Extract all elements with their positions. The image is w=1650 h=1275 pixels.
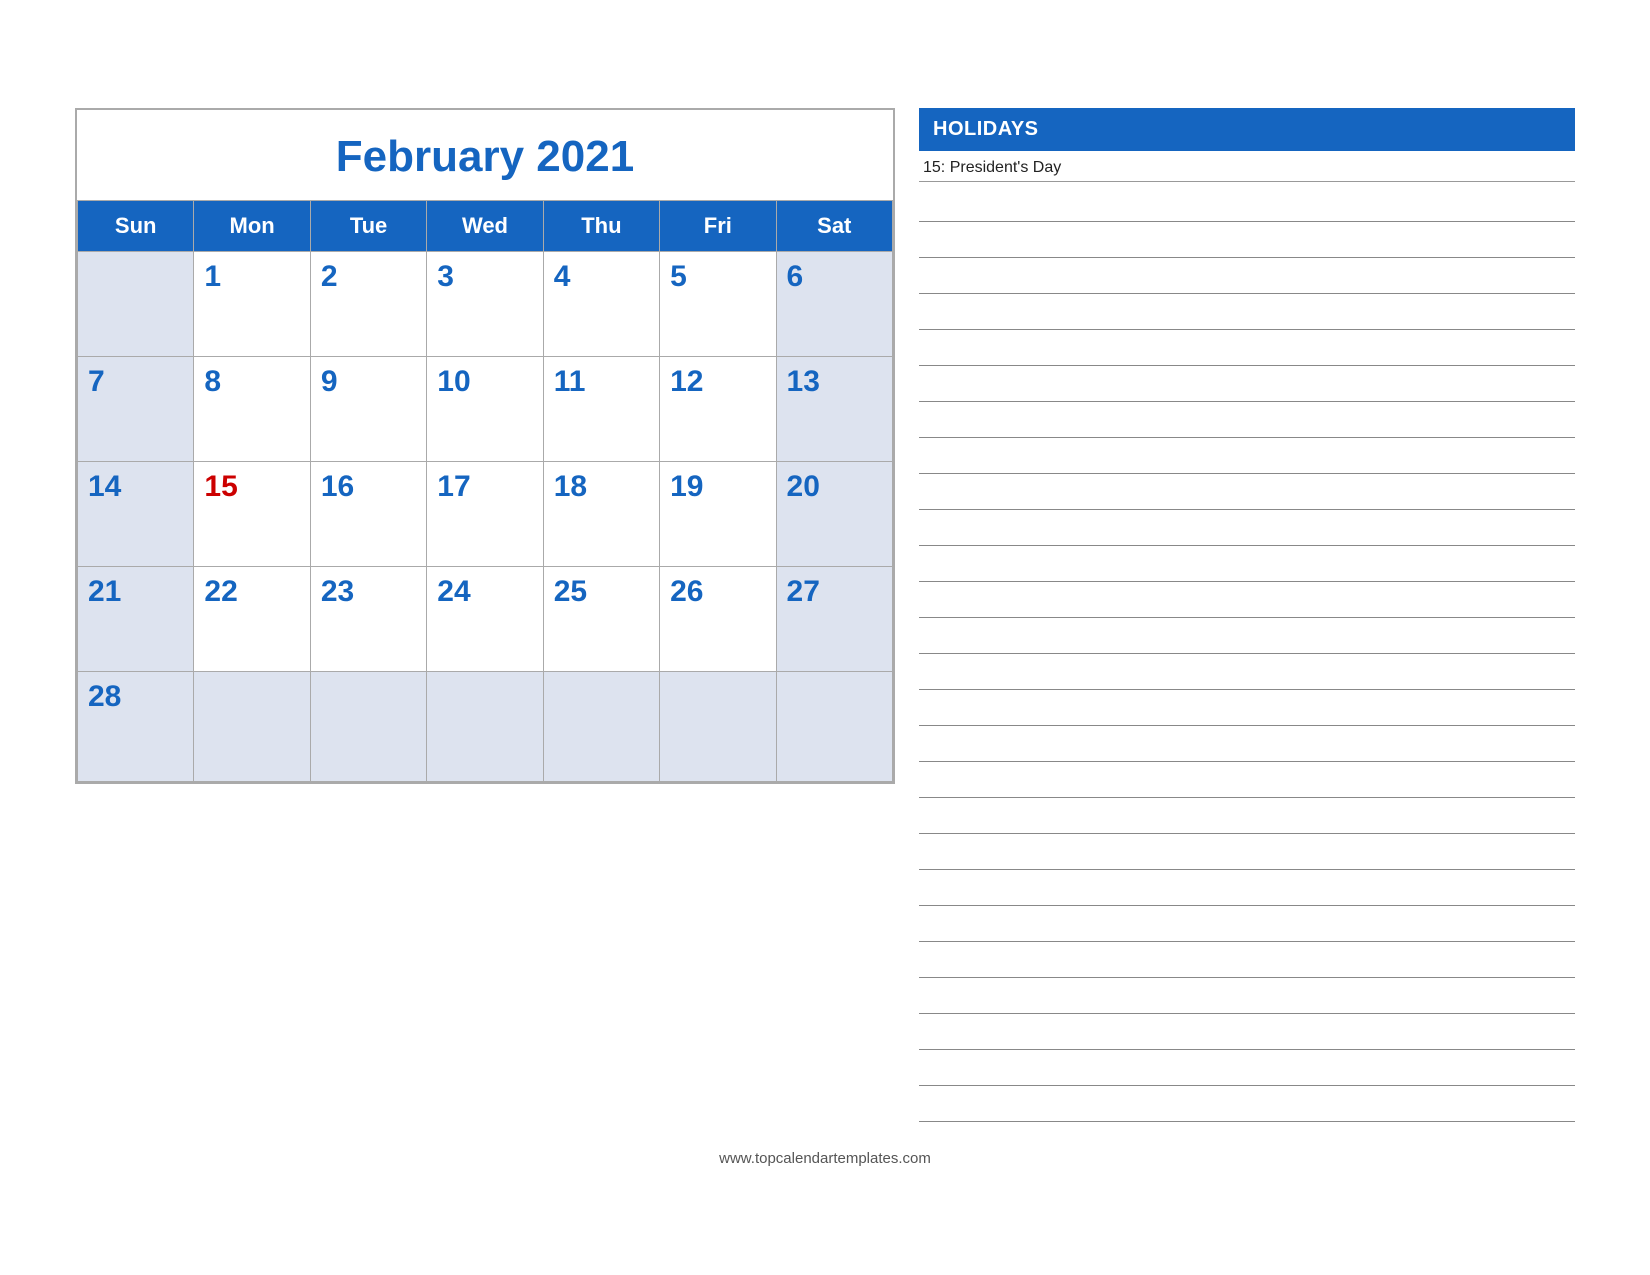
col-tue: Tue	[310, 201, 426, 252]
note-line	[919, 366, 1575, 402]
footer: www.topcalendartemplates.com	[719, 1150, 931, 1167]
note-line	[919, 618, 1575, 654]
note-line	[919, 942, 1575, 978]
note-line	[919, 762, 1575, 798]
calendar-day-cell: 19	[660, 462, 776, 567]
calendar-week-row: 21222324252627	[78, 567, 893, 672]
calendar-week-row: 123456	[78, 252, 893, 357]
calendar-day-cell: 10	[427, 357, 543, 462]
calendar-day-cell: 4	[543, 252, 659, 357]
calendar-day-cell: 22	[194, 567, 310, 672]
calendar-day-cell: 27	[776, 567, 892, 672]
calendar-week-row: 78910111213	[78, 357, 893, 462]
note-line	[919, 474, 1575, 510]
main-content: February 2021 Sun Mon Tue Wed Thu Fri Sa…	[75, 108, 1575, 1122]
calendar-title: February 2021	[77, 110, 893, 200]
calendar-day-cell	[776, 672, 892, 782]
note-line	[919, 1086, 1575, 1122]
note-line	[919, 546, 1575, 582]
calendar-day-cell	[78, 252, 194, 357]
calendar-header-row: Sun Mon Tue Wed Thu Fri Sat	[78, 201, 893, 252]
calendar-day-cell: 17	[427, 462, 543, 567]
col-mon: Mon	[194, 201, 310, 252]
calendar-day-cell: 21	[78, 567, 194, 672]
calendar-day-cell: 5	[660, 252, 776, 357]
calendar-day-cell: 20	[776, 462, 892, 567]
calendar-day-cell: 16	[310, 462, 426, 567]
col-sun: Sun	[78, 201, 194, 252]
calendar-day-cell: 9	[310, 357, 426, 462]
calendar-container: February 2021 Sun Mon Tue Wed Thu Fri Sa…	[75, 108, 895, 784]
calendar-week-row: 28	[78, 672, 893, 782]
calendar-day-cell: 14	[78, 462, 194, 567]
note-line	[919, 1050, 1575, 1086]
note-line	[919, 834, 1575, 870]
note-line	[919, 294, 1575, 330]
note-line	[919, 654, 1575, 690]
note-line	[919, 402, 1575, 438]
col-thu: Thu	[543, 201, 659, 252]
note-line	[919, 438, 1575, 474]
note-line	[919, 1014, 1575, 1050]
calendar-day-cell: 3	[427, 252, 543, 357]
calendar-day-cell: 2	[310, 252, 426, 357]
calendar-day-cell: 7	[78, 357, 194, 462]
notes-lines	[919, 186, 1575, 1122]
calendar-day-cell	[543, 672, 659, 782]
note-line	[919, 690, 1575, 726]
calendar-day-cell	[660, 672, 776, 782]
calendar-day-cell: 28	[78, 672, 194, 782]
calendar-grid: Sun Mon Tue Wed Thu Fri Sat 123456789101…	[77, 200, 893, 782]
calendar-day-cell: 13	[776, 357, 892, 462]
note-line	[919, 978, 1575, 1014]
calendar-day-cell	[427, 672, 543, 782]
note-line	[919, 222, 1575, 258]
note-line	[919, 726, 1575, 762]
calendar-day-cell: 18	[543, 462, 659, 567]
col-wed: Wed	[427, 201, 543, 252]
note-line	[919, 870, 1575, 906]
calendar-day-cell: 15	[194, 462, 310, 567]
note-line	[919, 798, 1575, 834]
note-line	[919, 906, 1575, 942]
note-line	[919, 330, 1575, 366]
page-wrapper: February 2021 Sun Mon Tue Wed Thu Fri Sa…	[75, 108, 1575, 1167]
calendar-day-cell: 6	[776, 252, 892, 357]
footer-text: www.topcalendartemplates.com	[719, 1150, 931, 1167]
note-line	[919, 582, 1575, 618]
calendar-day-cell: 25	[543, 567, 659, 672]
note-line	[919, 510, 1575, 546]
calendar-day-cell: 11	[543, 357, 659, 462]
calendar-day-cell: 23	[310, 567, 426, 672]
holiday-item: 15: President's Day	[919, 151, 1575, 182]
calendar-day-cell: 1	[194, 252, 310, 357]
calendar-week-row: 14151617181920	[78, 462, 893, 567]
holidays-header: HOLIDAYS	[919, 108, 1575, 151]
note-line	[919, 258, 1575, 294]
note-line	[919, 186, 1575, 222]
calendar-day-cell	[194, 672, 310, 782]
calendar-day-cell: 8	[194, 357, 310, 462]
side-panel: HOLIDAYS 15: President's Day	[919, 108, 1575, 1122]
calendar-day-cell: 12	[660, 357, 776, 462]
calendar-day-cell: 24	[427, 567, 543, 672]
col-fri: Fri	[660, 201, 776, 252]
calendar-day-cell: 26	[660, 567, 776, 672]
col-sat: Sat	[776, 201, 892, 252]
calendar-day-cell	[310, 672, 426, 782]
